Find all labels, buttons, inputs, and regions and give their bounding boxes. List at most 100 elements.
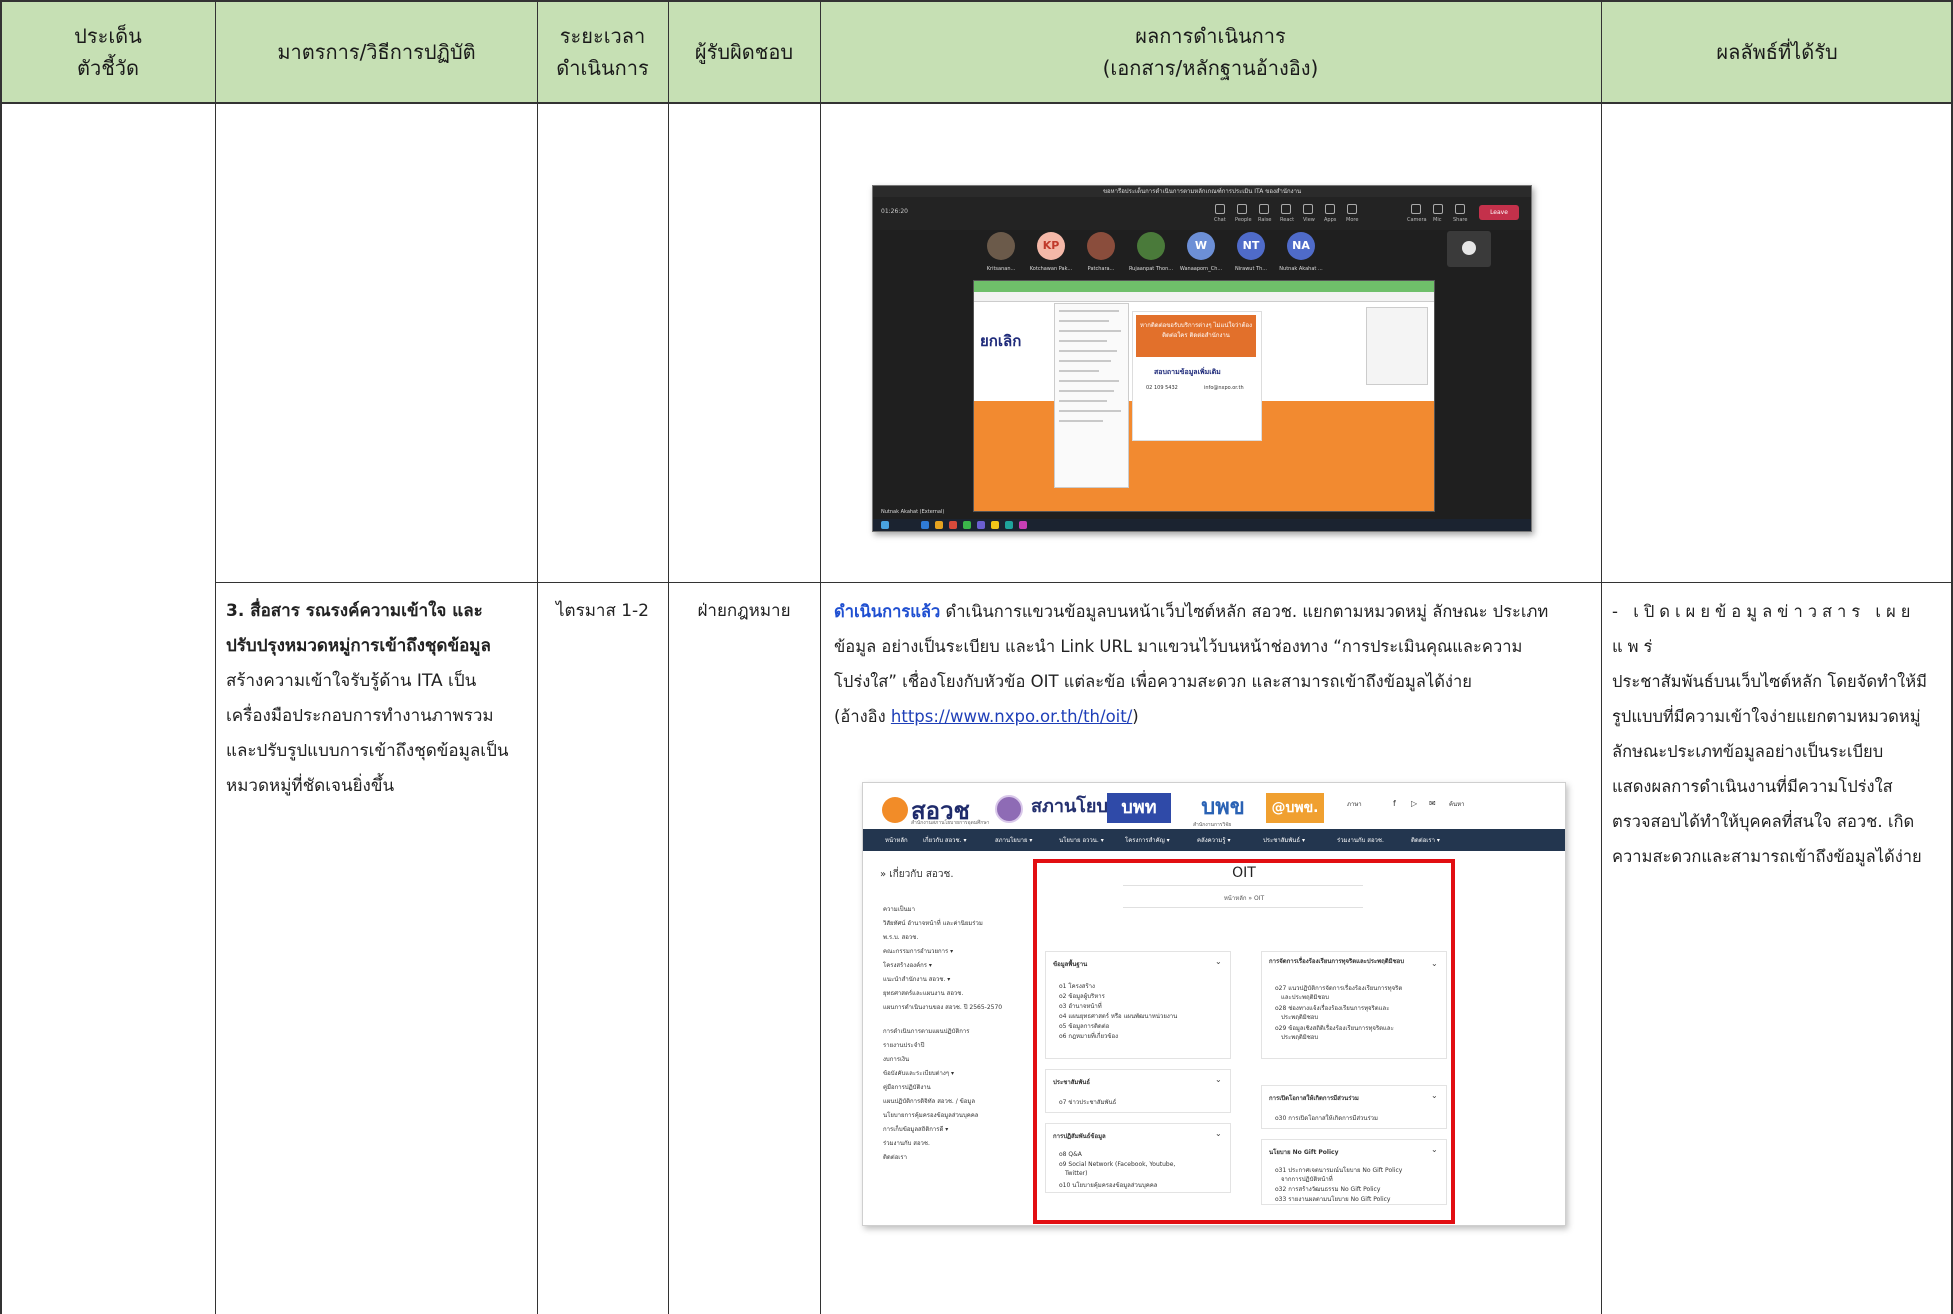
nxpo-logo-subtitle: สำนักงานสภานโยบายการอุดมศึกษา [911, 820, 990, 826]
menu-line [1059, 330, 1121, 332]
react-icon[interactable] [1281, 204, 1291, 214]
toolbar-label-camera: Camera [1407, 217, 1427, 223]
sidebar-item[interactable]: แผนการดำเนินงานของ สอวช. ปี 2565-2570 [883, 1002, 1002, 1012]
grid-row-divider [216, 582, 1953, 583]
sidebar-item[interactable]: พ.ร.บ. สอวช. [883, 932, 918, 942]
outcome-line4: ลักษณะประเภทข้อมูลอย่างเป็นระเบียบ [1612, 742, 1884, 761]
measure-desc-line2: เครื่องมือประกอบการทำงานภาพรวม [226, 706, 494, 726]
header-period-line2: ดำเนินการ [556, 55, 649, 80]
website-screenshot: สอวช สำนักงานสภานโยบายการอุดมศึกษา สภานโ… [862, 782, 1566, 1226]
nav-careers[interactable]: ร่วมงานกับ สอวช. [1337, 835, 1384, 845]
nav-about[interactable]: เกี่ยวกับ สอวช. ▾ [923, 835, 966, 845]
nav-home[interactable]: หน้าหลัก [885, 835, 908, 845]
share-icon[interactable] [1455, 204, 1465, 214]
participant-avatar-2: KP [1037, 232, 1065, 260]
ref-prefix: (อ้างอิง [834, 707, 891, 726]
taskbar-app-icon [921, 521, 929, 529]
windows-taskbar [873, 519, 1531, 531]
twitter-icon[interactable]: ✉ [1429, 799, 1436, 808]
sidebar-item[interactable]: ยุทธศาสตร์และแผนงาน สอวช. [883, 988, 963, 998]
view-icon[interactable] [1303, 204, 1313, 214]
site-contact-email: info@nxpo.or.th [1204, 385, 1244, 391]
language-selector[interactable]: ภาษา [1347, 799, 1362, 809]
sidebar-item[interactable]: โครงสร้างองค์กร ▾ [883, 960, 932, 970]
council-seal-icon [995, 795, 1023, 823]
sidebar-item[interactable]: วิสัยทัศน์ อำนาจหน้าที่ และค่านิยมร่วม [883, 918, 983, 928]
leave-button[interactable]: Leave [1479, 205, 1519, 220]
toolbar-label-react: React [1280, 217, 1295, 223]
toolbar-label-view: View [1303, 217, 1315, 223]
sidebar-item[interactable]: ความเป็นมา [883, 904, 915, 914]
participant-name-3: Patchara... [1087, 266, 1115, 272]
browser-tabs [974, 281, 1434, 292]
sidebar-item[interactable]: แนะนำสำนักงาน สอวช. ▾ [883, 974, 950, 984]
participant-name-6: Nirawut Th... [1234, 266, 1268, 272]
camera-icon[interactable] [1411, 204, 1421, 214]
more-icon[interactable] [1347, 204, 1357, 214]
sidebar-item[interactable]: รายงานประจำปี [883, 1040, 924, 1050]
participant-name-7: Nutnak Akahat ... [1279, 266, 1323, 272]
toolbar-label-people: People [1235, 217, 1252, 223]
result-ref: (อ้างอิง https://www.nxpo.or.th/th/oit/) [834, 699, 1594, 734]
youtube-icon[interactable]: ▷ [1411, 799, 1417, 808]
apps-icon[interactable] [1325, 204, 1335, 214]
sidebar-item[interactable]: การเก็บข้อมูลสถิติการดี ▾ [883, 1124, 948, 1134]
sidebar-item[interactable]: งบการเงิน [883, 1054, 909, 1064]
header-outcome: ผลลัพธ์ที่ได้รับ [1601, 0, 1953, 103]
menu-line [1059, 420, 1103, 422]
sidebar-item[interactable]: แผนปฏิบัติการดิจิทัล สอวช. / ข้อมูล [883, 1096, 975, 1106]
raise-hand-icon[interactable] [1259, 204, 1269, 214]
sidebar-item[interactable]: คู่มือการปฏิบัติงาน [883, 1082, 931, 1092]
browser-address-bar [974, 292, 1434, 302]
result-line1: ดำเนินการแล้ว ดำเนินการแขวนข้อมูลบนหน้าเ… [834, 594, 1594, 629]
nav-projects[interactable]: โครงการสำคัญ ▾ [1125, 835, 1170, 845]
measure-title-line1: 3. สื่อสาร รณรงค์ความเข้าใจ และ [226, 601, 483, 621]
measure-cell: 3. สื่อสาร รณรงค์ความเข้าใจ และ ปรับปรุง… [226, 594, 530, 804]
people-icon[interactable] [1237, 204, 1247, 214]
shared-browser-window: ยกเลิก หากติดต่อขอรับบริการต่างๆ ไม่แน่ใ… [973, 280, 1435, 512]
participant-name-2: Kotchawan Pak... [1029, 266, 1073, 272]
site-document-thumbnail [1366, 307, 1428, 385]
taskbar-app-icon [1019, 521, 1027, 529]
facebook-icon[interactable]: f [1393, 799, 1396, 808]
nav-knowledge[interactable]: คลังความรู้ ▾ [1197, 835, 1230, 845]
participant-avatar-5: W [1187, 232, 1215, 260]
header-issue-line1: ประเด็น [74, 23, 142, 48]
outcome-line5: แสดงผลการดำเนินงานที่มีความโปร่งใส [1612, 777, 1893, 796]
reference-link[interactable]: https://www.nxpo.or.th/th/oit/ [891, 707, 1132, 726]
header-outcome-text: ผลลัพธ์ที่ได้รับ [1716, 39, 1838, 64]
nav-council[interactable]: สภานโยบาย ▾ [995, 835, 1032, 845]
header-measures-text: มาตรการ/วิธีการปฏิบัติ [277, 39, 476, 64]
bpt-logo: บพข [1201, 795, 1245, 820]
taskbar-app-icon [977, 521, 985, 529]
toolbar-label-more: More [1346, 217, 1359, 223]
nav-contact[interactable]: ติดต่อเรา ▾ [1411, 835, 1440, 845]
sidebar-item[interactable]: นโยบายการคุ้มครองข้อมูลส่วนบุคคล [883, 1110, 978, 1120]
result-cell: ดำเนินการแล้ว ดำเนินการแขวนข้อมูลบนหน้าเ… [834, 594, 1594, 734]
header-results-line2: (เอกสาร/หลักฐานอ้างอิง) [1102, 55, 1319, 80]
sidebar-item[interactable]: คณะกรรมการอำนวยการ ▾ [883, 946, 953, 956]
sidebar-heading: » เกี่ยวกับ สอวช. [880, 869, 954, 880]
menu-line [1059, 310, 1119, 312]
sidebar-item[interactable]: การดำเนินการตามแผนปฏิบัติการ [883, 1026, 969, 1036]
grid-col4 [820, 0, 821, 1314]
meeting-toolbar [873, 197, 1531, 230]
toolbar-label-share: Share [1453, 217, 1468, 223]
outcome-line6: ตรวจสอบได้ทำให้บุคคลที่สนใจ สอวช. เกิด [1612, 812, 1915, 831]
menu-line [1059, 390, 1114, 392]
grid-top [0, 0, 1953, 2]
header-issue-indicator: ประเด็น ตัวชี้วัด [0, 0, 216, 103]
sidebar-item[interactable]: ติดต่อเรา [883, 1152, 907, 1162]
nav-policy[interactable]: นโยบาย อววน. ▾ [1059, 835, 1104, 845]
mic-icon[interactable] [1433, 204, 1443, 214]
measure-desc-line3: และปรับรูปแบบการเข้าถึงชุดข้อมูลเป็น [226, 741, 509, 761]
site-search[interactable]: ค้นหา [1449, 799, 1464, 809]
header-measures: มาตรการ/วิธีการปฏิบัติ [216, 0, 537, 103]
self-avatar [1462, 241, 1476, 255]
sidebar-item[interactable]: ข้อบังคับและระเบียบต่างๆ ▾ [883, 1068, 954, 1078]
chat-icon[interactable] [1215, 204, 1225, 214]
external-participant-label: Nutnak Akahat (External) [881, 509, 945, 515]
header-results-line1: ผลการดำเนินการ [1135, 23, 1286, 48]
nav-pr[interactable]: ประชาสัมพันธ์ ▾ [1263, 835, 1305, 845]
sidebar-item[interactable]: ร่วมงานกับ สอวช. [883, 1138, 930, 1148]
